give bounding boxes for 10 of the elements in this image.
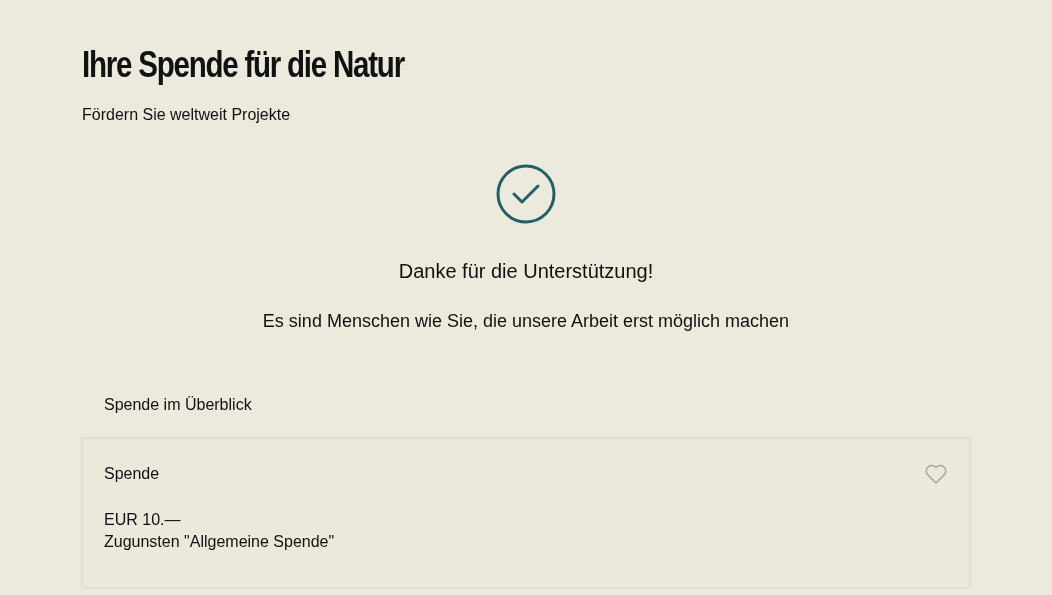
donation-detail: Zugunsten "Allgemeine Spende" (104, 533, 336, 551)
thank-you-message: Es sind Menschen wie Sie, die unsere Arbeit erst möglich machen (262, 311, 790, 332)
heart-icon[interactable] (924, 463, 948, 485)
summary-title: Spende im Überblick (104, 396, 253, 414)
donation-detail: EUR 10.— (104, 511, 182, 529)
page-subtitle: Fördern Sie weltweit Projekte (82, 106, 292, 124)
thank-you-heading: Danke für die Unterstützung! (398, 260, 654, 283)
card-title: Spende (104, 465, 160, 483)
page-title: Ihre Spende für die Natur (82, 43, 404, 86)
success-check-icon (496, 164, 556, 224)
